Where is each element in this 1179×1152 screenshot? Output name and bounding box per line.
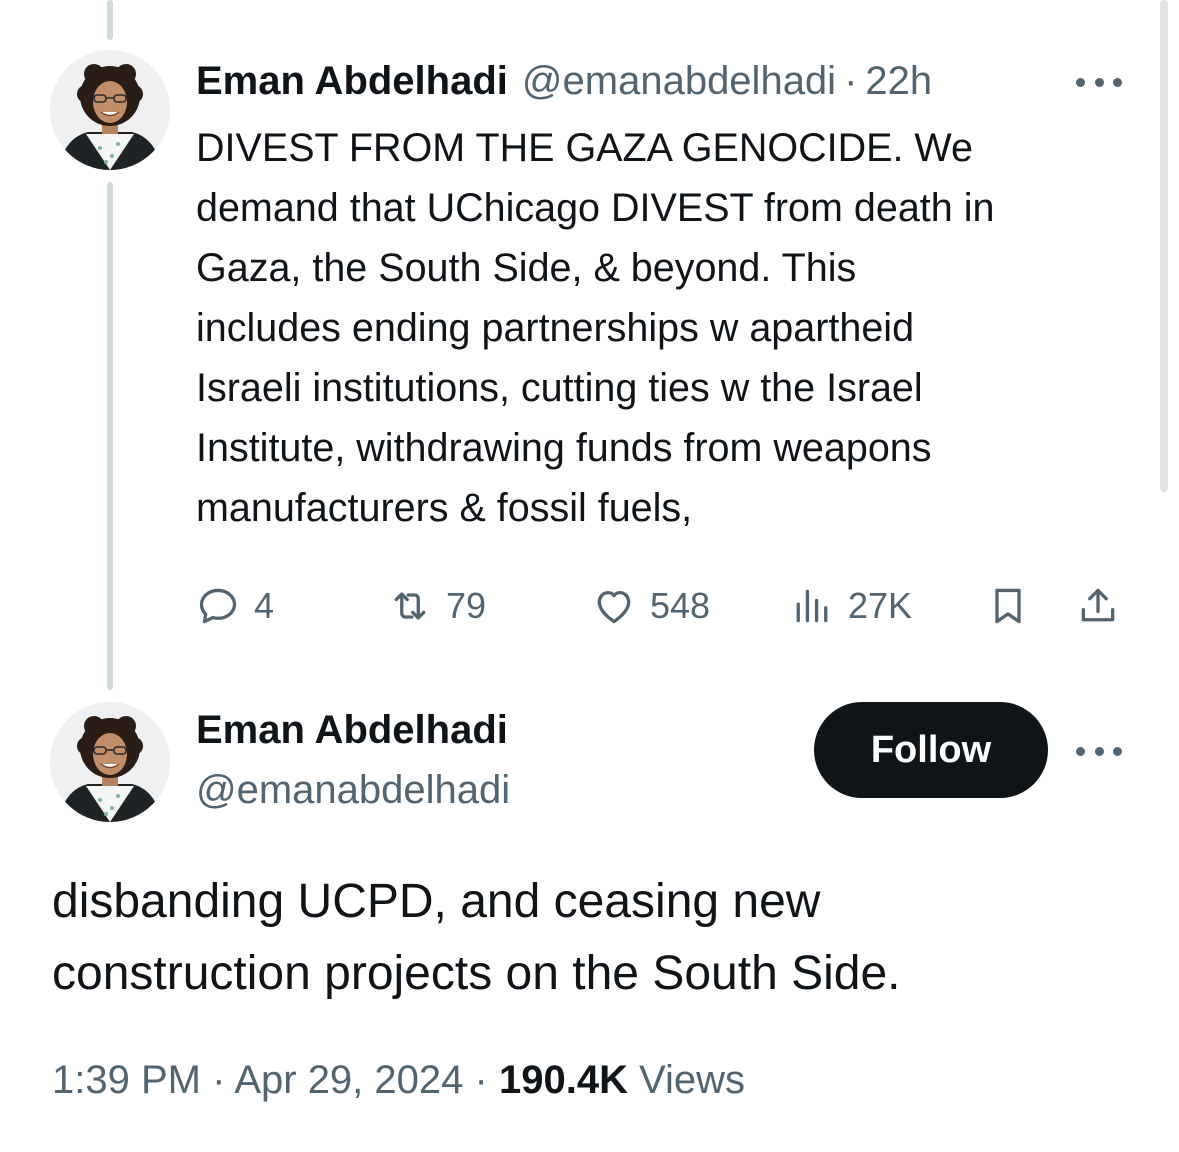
tweet-thread-view: Eman Abdelhadi @emanabdelhadi · 22h DIVE… (0, 0, 1179, 1152)
more-options-button[interactable] (1074, 67, 1124, 97)
views-label: Views (639, 1058, 746, 1102)
separator-dot: · (844, 58, 858, 103)
more-horizontal-icon (1094, 77, 1104, 87)
reply-button[interactable]: 4 (196, 580, 274, 632)
like-button[interactable]: 548 (592, 580, 710, 632)
display-name[interactable]: Eman Abdelhadi (196, 59, 508, 104)
follow-button[interactable]: Follow (814, 702, 1048, 798)
like-icon (597, 590, 631, 624)
tweet-text: DIVEST FROM THE GAZA GENOCIDE. We demand… (196, 126, 995, 530)
avatar[interactable] (50, 50, 170, 170)
user-handle[interactable]: @emanabdelhadi (196, 768, 510, 813)
profile-photo (50, 50, 170, 170)
post-time[interactable]: 1:39 PM (52, 1058, 201, 1102)
timestamp[interactable]: 22h (865, 59, 932, 104)
post-date[interactable]: Apr 29, 2024 (234, 1058, 463, 1102)
repost-count: 79 (446, 585, 487, 626)
tweet-metadata: 1:39 PM · Apr 29, 2024 · 190.4K Views (52, 1058, 745, 1103)
thread-connector-line (107, 0, 113, 40)
display-name[interactable]: Eman Abdelhadi (196, 708, 508, 753)
more-horizontal-icon (1076, 77, 1085, 87)
more-horizontal-icon (1113, 746, 1122, 756)
reply-icon (199, 588, 237, 624)
views-count: 190.4K (498, 1058, 628, 1102)
bookmark-button[interactable] (986, 580, 1030, 632)
separator-dot: · (474, 1058, 488, 1102)
more-horizontal-icon (1094, 746, 1104, 756)
views-button[interactable]: 27K (790, 580, 912, 632)
separator-dot: · (212, 1058, 226, 1102)
retweet-icon (394, 592, 426, 620)
user-handle[interactable]: @emanabdelhadi (522, 59, 836, 104)
views-icon (796, 589, 828, 623)
share-icon (1081, 588, 1115, 622)
share-button[interactable] (1076, 580, 1120, 632)
scrollbar[interactable] (1160, 0, 1168, 492)
reply-count: 4 (254, 585, 275, 626)
profile-photo (50, 702, 170, 822)
views-count: 27K (848, 585, 913, 626)
like-count: 548 (650, 585, 711, 626)
more-options-button[interactable] (1074, 736, 1124, 766)
tweet-header: Eman Abdelhadi @emanabdelhadi · 22h (196, 52, 1139, 110)
avatar[interactable] (50, 702, 170, 822)
tweet-text: disbanding UCPD, and ceasing new constru… (52, 875, 901, 1000)
bookmark-icon (995, 588, 1021, 624)
thread-connector-line (107, 182, 113, 690)
tweet-action-bar: 4 79 548 27K (196, 580, 1130, 632)
more-horizontal-icon (1113, 77, 1122, 87)
repost-button[interactable]: 79 (388, 580, 486, 632)
more-horizontal-icon (1076, 746, 1085, 756)
